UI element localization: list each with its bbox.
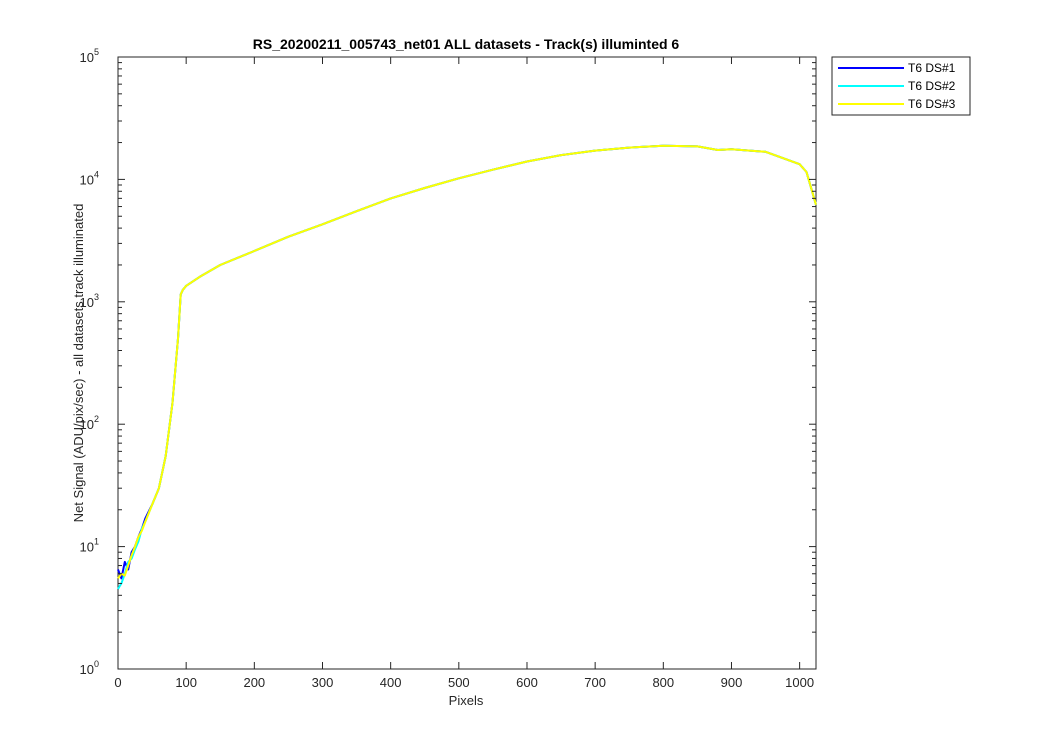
chart-title: RS_20200211_005743_net01 ALL datasets - … <box>253 36 680 52</box>
y-axis-label: Net Signal (ADU/pix/sec) - all datasets … <box>71 204 86 523</box>
x-tick-label: 500 <box>448 675 470 690</box>
plot-area <box>117 56 817 670</box>
x-tick-label: 0 <box>114 675 121 690</box>
x-tick-label: 300 <box>312 675 334 690</box>
x-axis-label: Pixels <box>449 693 484 708</box>
legend-label-2: T6 DS#2 <box>908 79 956 93</box>
x-tick-label: 1000 <box>785 675 814 690</box>
x-tick-label: 900 <box>721 675 743 690</box>
x-tick-label: 800 <box>652 675 674 690</box>
x-tick-label: 200 <box>243 675 265 690</box>
legend-label-1: T6 DS#1 <box>908 61 956 75</box>
legend-label-3: T6 DS#3 <box>908 97 956 111</box>
x-tick-label: 700 <box>584 675 606 690</box>
legend: T6 DS#1 T6 DS#2 T6 DS#3 <box>831 56 971 116</box>
x-tick-label: 600 <box>516 675 538 690</box>
x-tick-label: 400 <box>380 675 402 690</box>
x-tick-label: 100 <box>175 675 197 690</box>
chart: RS_20200211_005743_net01 ALL datasets - … <box>0 0 1050 750</box>
